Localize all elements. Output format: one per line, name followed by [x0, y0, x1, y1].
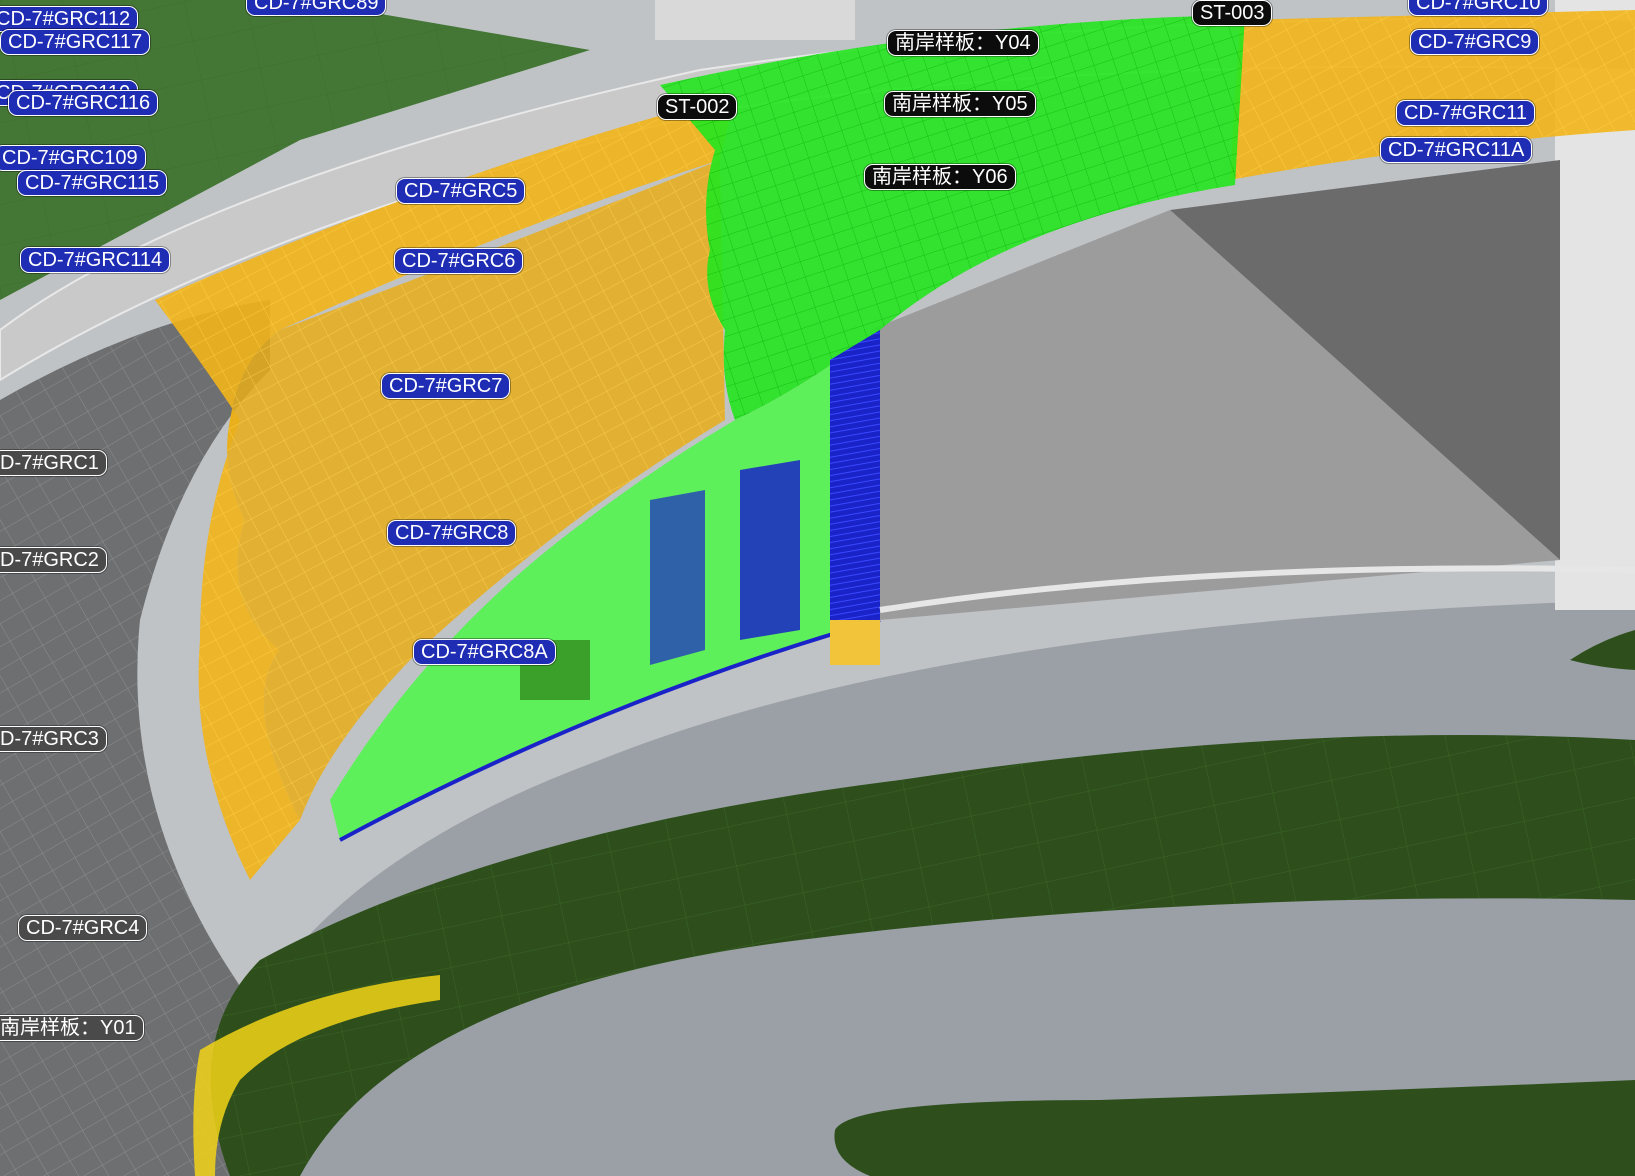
model-viewport[interactable]: CD-7#GRC112 CD-7#GRC117 CD-7#GRC89 CD-7#… [0, 0, 1635, 1176]
3d-model-scene[interactable] [0, 0, 1635, 1176]
label-y06: 南岸样板：Y06 [864, 164, 1016, 190]
label-cd7-grc109: CD-7#GRC109 [0, 145, 146, 171]
label-cd7-grc5: CD-7#GRC5 [396, 178, 526, 204]
label-st-003: ST-003 [1192, 0, 1273, 26]
label-cd7-grc10: CD-7#GRC10 [1408, 0, 1549, 16]
label-cd7-grc116: CD-7#GRC116 [8, 90, 159, 116]
label-cd7-grc6: CD-7#GRC6 [394, 248, 524, 274]
label-y04: 南岸样板：Y04 [887, 30, 1039, 56]
label-d7-grc1: D-7#GRC1 [0, 450, 107, 476]
label-cd7-grc9: CD-7#GRC9 [1410, 29, 1540, 55]
blue-glazing-panel-2 [740, 460, 800, 640]
label-cd7-grc7: CD-7#GRC7 [381, 373, 511, 399]
label-cd7-grc114: CD-7#GRC114 [20, 247, 171, 273]
label-cd7-grc115: CD-7#GRC115 [17, 170, 168, 196]
label-cd7-grc11a: CD-7#GRC11A [1380, 137, 1533, 163]
label-cd7-grc117: CD-7#GRC117 [0, 29, 151, 55]
blue-glazing-panel-3 [650, 490, 705, 665]
label-cd7-grc11: CD-7#GRC11 [1396, 100, 1535, 126]
label-cd7-grc4: CD-7#GRC4 [18, 915, 148, 941]
label-cd7-grc89: CD-7#GRC89 [246, 0, 387, 16]
label-y01: 南岸样板：Y01 [0, 1015, 144, 1041]
label-st-002: ST-002 [657, 94, 738, 120]
label-d7-grc3: D-7#GRC3 [0, 726, 107, 752]
orange-corner-panel [830, 620, 880, 665]
label-cd7-grc8: CD-7#GRC8 [387, 520, 517, 546]
label-d7-grc2: D-7#GRC2 [0, 547, 107, 573]
label-y05: 南岸样板：Y05 [884, 91, 1036, 117]
blue-hatch [830, 330, 880, 630]
label-cd7-grc8a: CD-7#GRC8A [413, 639, 556, 665]
building-block [655, 0, 855, 40]
